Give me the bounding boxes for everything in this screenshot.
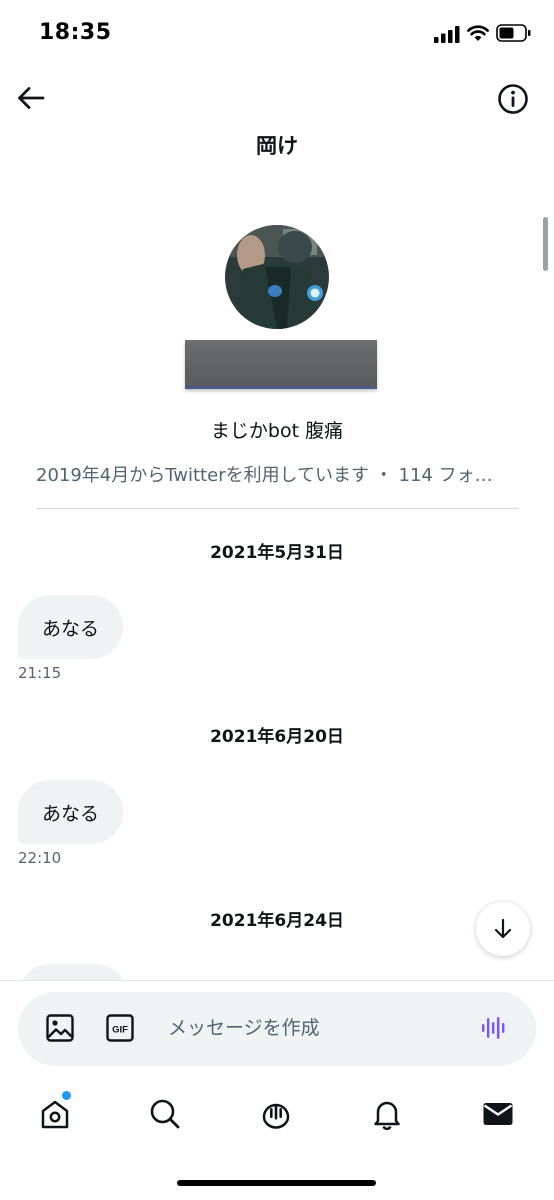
message-bubble[interactable]: あなる <box>18 595 124 659</box>
avatar[interactable] <box>225 225 329 329</box>
messages-icon <box>483 1103 513 1125</box>
image-icon <box>46 1014 74 1042</box>
nav-messages[interactable] <box>476 1093 520 1135</box>
add-media-button[interactable] <box>42 1010 78 1046</box>
notifications-icon <box>374 1101 400 1131</box>
redacted-username <box>185 340 377 389</box>
status-time: 18:35 <box>39 20 112 45</box>
profile-meta: 2019年4月からTwitterを利用しています ・ 114 フォ… <box>36 465 493 486</box>
home-indicator <box>177 1180 376 1186</box>
avatar-photo <box>225 225 329 329</box>
voice-waveform-icon <box>482 1017 505 1039</box>
spaces-icon <box>262 1103 290 1129</box>
voice-message-button[interactable] <box>476 1010 512 1046</box>
date-separator: 2021年5月31日 <box>210 543 344 563</box>
nav-search[interactable] <box>143 1093 187 1135</box>
search-icon <box>150 1099 180 1129</box>
message-input[interactable] <box>168 1008 458 1048</box>
profile-display-name[interactable]: まじかbot 腹痛 <box>0 416 554 443</box>
conversation-title: 岡け <box>256 134 298 158</box>
battery-icon <box>496 24 531 42</box>
back-button[interactable] <box>12 80 50 116</box>
divider <box>36 508 518 509</box>
arrow-down-icon <box>494 918 512 939</box>
info-icon <box>498 84 528 114</box>
message-time: 21:15 <box>18 664 62 682</box>
wifi-icon <box>467 25 489 41</box>
gif-icon: GIF <box>106 1014 134 1042</box>
arrow-left-icon <box>18 87 45 109</box>
add-gif-button[interactable]: GIF <box>102 1010 138 1046</box>
message-time: 22:10 <box>18 849 62 867</box>
scrollbar[interactable] <box>543 217 548 271</box>
date-separator: 2021年6月20日 <box>210 727 344 747</box>
message-bubble[interactable]: あなる <box>18 780 124 844</box>
nav-home[interactable] <box>33 1093 77 1135</box>
conversation-info-button[interactable] <box>494 80 532 118</box>
home-icon <box>41 1100 69 1129</box>
scroll-to-bottom-button[interactable] <box>476 902 530 956</box>
cellular-signal-icon <box>434 26 460 43</box>
nav-notifications[interactable] <box>365 1093 409 1135</box>
nav-spaces[interactable] <box>254 1093 298 1135</box>
gif-label: GIF <box>112 1025 128 1036</box>
notification-dot <box>62 1091 71 1100</box>
date-separator: 2021年6月24日 <box>210 911 344 931</box>
